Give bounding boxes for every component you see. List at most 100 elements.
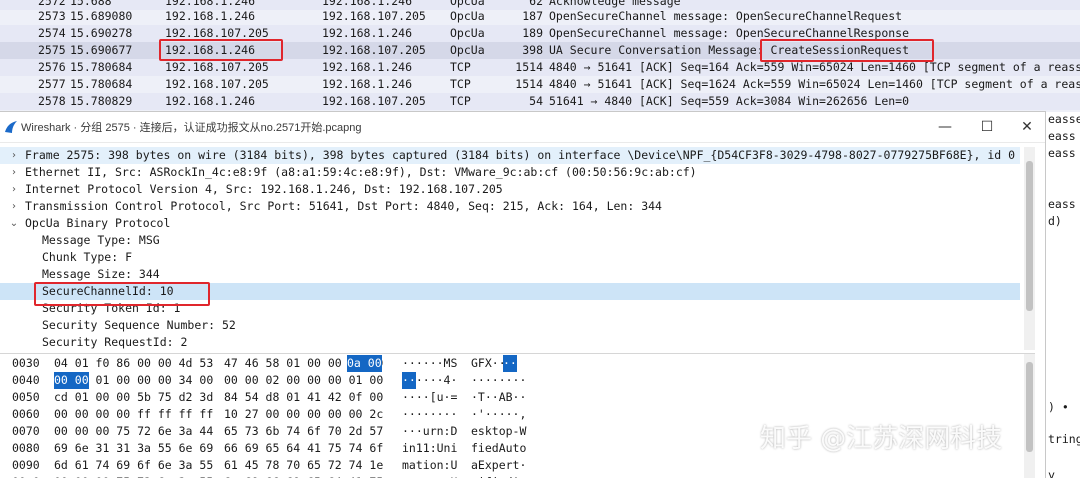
bytes-scrollbar[interactable] — [1024, 354, 1035, 478]
hex-offset: 0030 — [12, 356, 40, 370]
maximize-button[interactable]: ☐ — [972, 116, 1002, 138]
tree-item[interactable]: › Transmission Control Protocol, Src Port… — [0, 198, 1020, 215]
expand-arrow-icon[interactable]: › — [8, 181, 20, 198]
packet-row[interactable]: 2577 15.780684 192.168.107.205 192.168.1.24… — [0, 76, 1080, 93]
packet-row[interactable]: 2575 15.690677 192.168.1.246 192.168.107.20… — [0, 42, 1080, 59]
packet-cell-proto: OpcUa — [450, 9, 485, 23]
packet-cell-proto: OpcUa — [450, 26, 485, 40]
ascii-bytes: ···urn:U — [402, 474, 457, 478]
hex-highlight: 0a 00 — [347, 355, 382, 372]
packet-cell-no: 2578 — [38, 94, 66, 108]
tree-item[interactable]: Security Token Id: 1 — [0, 300, 1020, 317]
packet-cell-dst: 192.168.107.205 — [322, 43, 426, 57]
hex-bytes: 6d 61 74 69 6f 6e 3a 55 — [54, 458, 214, 472]
packet-cell-len: 187 — [522, 9, 543, 23]
tree-item-label: Ethernet II, Src: ASRockIn_4c:e8:9f (a8:… — [25, 165, 697, 179]
packet-cell-time: 15.690677 — [70, 43, 133, 57]
packet-cell-info: 4840 → 51641 [ACK] Seq=1624 Ack=559 Win=… — [549, 77, 1080, 91]
ascii-bytes: ········ — [471, 373, 527, 387]
packet-cell-dst: 192.168.107.205 — [322, 94, 426, 108]
tree-item[interactable]: Message Type: MSG — [0, 232, 1020, 249]
close-button[interactable]: ✕ — [1012, 116, 1042, 138]
packet-cell-src: 192.168.1.246 — [165, 43, 256, 57]
packet-cell-src: 192.168.107.205 — [165, 77, 269, 91]
tree-item[interactable]: SecureChannelId: 10 — [0, 283, 1020, 300]
packet-bytes-pane[interactable]: 0030 04 01 f0 86 00 00 4d 53 47 46 58 01 0… — [0, 353, 1035, 478]
bytes-scrollbar-thumb[interactable] — [1026, 362, 1033, 452]
packet-cell-info: OpenSecureChannel message: OpenSecureCha… — [549, 26, 910, 40]
hex-bytes: cd 01 00 00 5b 75 d2 3d — [54, 390, 214, 404]
ascii-bytes: mation:U — [402, 458, 458, 472]
collapse-arrow-icon[interactable]: ⌄ — [8, 215, 20, 232]
tree-item-label: Security Sequence Number: 52 — [42, 318, 236, 332]
hex-row[interactable]: 0090 6d 61 74 69 6f 6e 3a 55 61 45 78 70 6… — [0, 457, 1020, 474]
hex-offset: 0050 — [12, 390, 40, 404]
background-text: eass — [1048, 146, 1076, 160]
packet-cell-no: 2573 — [38, 9, 66, 23]
packet-cell-proto: OpcUa — [450, 43, 485, 57]
ascii-bytes: ·'·····, — [471, 407, 527, 421]
minimize-button[interactable]: — — [930, 116, 960, 138]
expand-arrow-icon[interactable]: › — [8, 164, 20, 181]
packet-cell-len: 189 — [522, 26, 543, 40]
hex-bytes: 69 6e 31 31 3a 55 6e 69 — [54, 441, 214, 455]
tree-item[interactable]: Security Sequence Number: 52 — [0, 317, 1020, 334]
ascii-bytes: aExpert· — [471, 458, 527, 472]
tree-item[interactable]: › Internet Protocol Version 4, Src: 192.1… — [0, 181, 1020, 198]
tree-item-label: Message Size: 344 — [42, 267, 160, 281]
minimize-icon: — — [938, 119, 952, 135]
hex-highlight: 00 00 — [54, 372, 89, 389]
packet-row[interactable]: 2574 15.690278 192.168.107.205 192.168.1.24… — [0, 25, 1080, 42]
packet-row[interactable]: 2576 15.780684 192.168.107.205 192.168.1.24… — [0, 59, 1080, 76]
background-text: ) • — [1048, 400, 1069, 414]
packet-cell-time: 15.690278 — [70, 26, 133, 40]
title-bar[interactable]: Wireshark · 分组 2575 · 连接后，认证成功报文从no.2571… — [0, 112, 1045, 143]
hex-offset: 00a0 — [12, 474, 40, 478]
tree-item[interactable]: Security RequestId: 2 — [0, 334, 1020, 350]
packet-row[interactable]: 2573 15.689080 192.168.1.246 192.168.107.20… — [0, 8, 1080, 25]
expand-arrow-icon[interactable]: › — [8, 198, 20, 215]
background-text: tring — [1048, 432, 1080, 446]
packet-cell-dst: 192.168.1.246 — [322, 60, 413, 74]
packet-cell-time: 15.780684 — [70, 77, 133, 91]
tree-item-label: Message Type: MSG — [42, 233, 160, 247]
tree-item[interactable]: › Frame 2575: 398 bytes on wire (3184 bit… — [0, 147, 1020, 164]
watermark: 知乎 @江苏深网科技 — [760, 424, 1003, 454]
packet-cell-dst: 192.168.1.246 — [322, 77, 413, 91]
hex-bytes: 10 27 00 00 00 00 00 2c — [224, 407, 384, 421]
hex-offset: 0070 — [12, 424, 40, 438]
ascii-bytes: ·T··AB·· — [471, 390, 527, 404]
packet-cell-src: 192.168.107.205 — [165, 60, 269, 74]
ascii-bytes: esktop-W — [471, 424, 527, 438]
packet-row[interactable]: 2578 15.780829 192.168.1.246 192.168.107.20… — [0, 93, 1080, 110]
packet-cell-time: 15.780829 — [70, 94, 133, 108]
packet-list[interactable]: 2572 15.688 192.168.1.246 192.168.1.246 OpcU… — [0, 0, 1080, 112]
tree-item[interactable]: Message Size: 344 — [0, 266, 1020, 283]
details-scrollbar-thumb[interactable] — [1026, 161, 1033, 311]
hex-bytes: 61 45 78 70 65 72 74 1e — [224, 458, 384, 472]
tree-item-label: Security RequestId: 2 — [42, 335, 188, 349]
tree-item-label: Frame 2575: 398 bytes on wire (3184 bits… — [25, 148, 1016, 162]
hex-row[interactable]: 00a0 00 00 00 75 72 6e 3a 55 6e 69 66 69 6… — [0, 474, 1020, 478]
packet-cell-no: 2577 — [38, 77, 66, 91]
packet-cell-len: 54 — [529, 94, 543, 108]
packet-cell-dst: 192.168.107.205 — [322, 9, 426, 23]
packet-cell-proto: TCP — [450, 77, 471, 91]
packet-cell-time: 15.780684 — [70, 60, 133, 74]
ascii-bytes: ····[u·= — [402, 390, 458, 404]
packet-cell-src: 192.168.107.205 — [165, 26, 269, 40]
hex-row[interactable]: 0040 00 00 01 00 00 00 34 00 00 00 02 00 0… — [0, 372, 1020, 389]
tree-item[interactable]: ⌄ OpcUa Binary Protocol — [0, 215, 1020, 232]
packet-cell-proto: TCP — [450, 60, 471, 74]
hex-row[interactable]: 0050 cd 01 00 00 5b 75 d2 3d 84 54 d8 01 4… — [0, 389, 1020, 406]
hex-bytes: 84 54 d8 01 41 42 0f 00 — [224, 390, 384, 404]
tree-item[interactable]: Chunk Type: F — [0, 249, 1020, 266]
expand-arrow-icon[interactable]: › — [8, 147, 20, 164]
hex-offset: 0080 — [12, 441, 40, 455]
hex-offset: 0090 — [12, 458, 40, 472]
packet-cell-len: 1514 — [515, 77, 543, 91]
packet-details-tree[interactable]: › Frame 2575: 398 bytes on wire (3184 bit… — [0, 147, 1035, 350]
close-icon: ✕ — [1021, 119, 1033, 135]
details-scrollbar[interactable] — [1024, 147, 1035, 350]
tree-item[interactable]: › Ethernet II, Src: ASRockIn_4c:e8:9f (a8… — [0, 164, 1020, 181]
